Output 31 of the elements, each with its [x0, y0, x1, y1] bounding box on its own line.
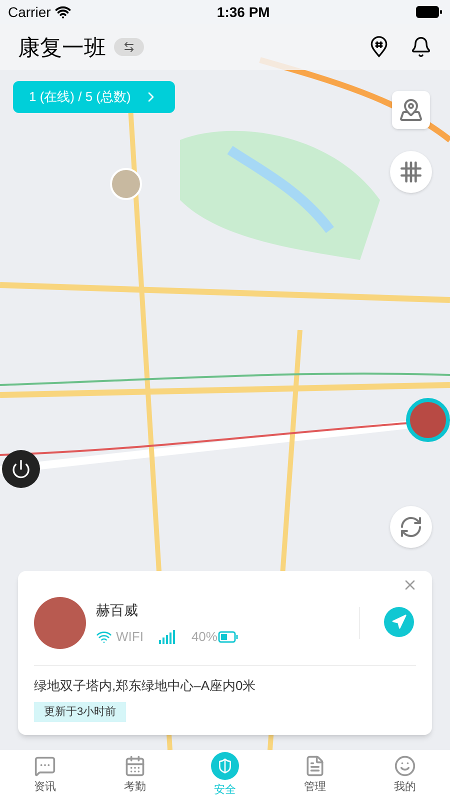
refresh-icon — [399, 515, 423, 539]
calendar-icon — [124, 754, 146, 777]
tab[interactable]: 管理 — [270, 750, 360, 800]
wifi-icon — [96, 628, 112, 644]
status-time: 1:36 PM — [216, 2, 270, 22]
bell-icon[interactable] — [410, 36, 432, 58]
address-text: 绿地双子塔内,郑东绿地中心–A座内0米 — [34, 677, 257, 695]
carrier-text: Carrier — [8, 2, 51, 22]
signal-icon — [159, 630, 176, 644]
face-icon — [394, 754, 416, 777]
updated-tag: 更新于3小时前 — [34, 702, 126, 722]
network-text: WIFI — [116, 628, 144, 646]
wifi-icon — [54, 4, 71, 20]
battery-icon — [416, 6, 442, 18]
map-pin-icon — [399, 98, 423, 122]
battery-icon — [218, 630, 238, 642]
map-layer-button[interactable] — [392, 91, 430, 129]
chat-icon — [34, 754, 56, 777]
tab[interactable]: 我的 — [360, 750, 450, 800]
tab[interactable]: 资讯 — [0, 750, 90, 800]
tab[interactable]: 考勤 — [90, 750, 180, 800]
swap-icon — [123, 41, 135, 53]
power-icon — [11, 459, 31, 479]
class-title: 康复一班 — [18, 34, 106, 62]
battery-text: 40% — [191, 628, 218, 646]
navigation-arrow-icon — [391, 614, 407, 630]
fence-pin-icon[interactable] — [368, 36, 390, 58]
avatar-photo — [34, 597, 86, 649]
document-icon — [304, 754, 326, 777]
switch-button[interactable] — [114, 38, 144, 56]
member-name: 赫百威 — [96, 600, 139, 620]
